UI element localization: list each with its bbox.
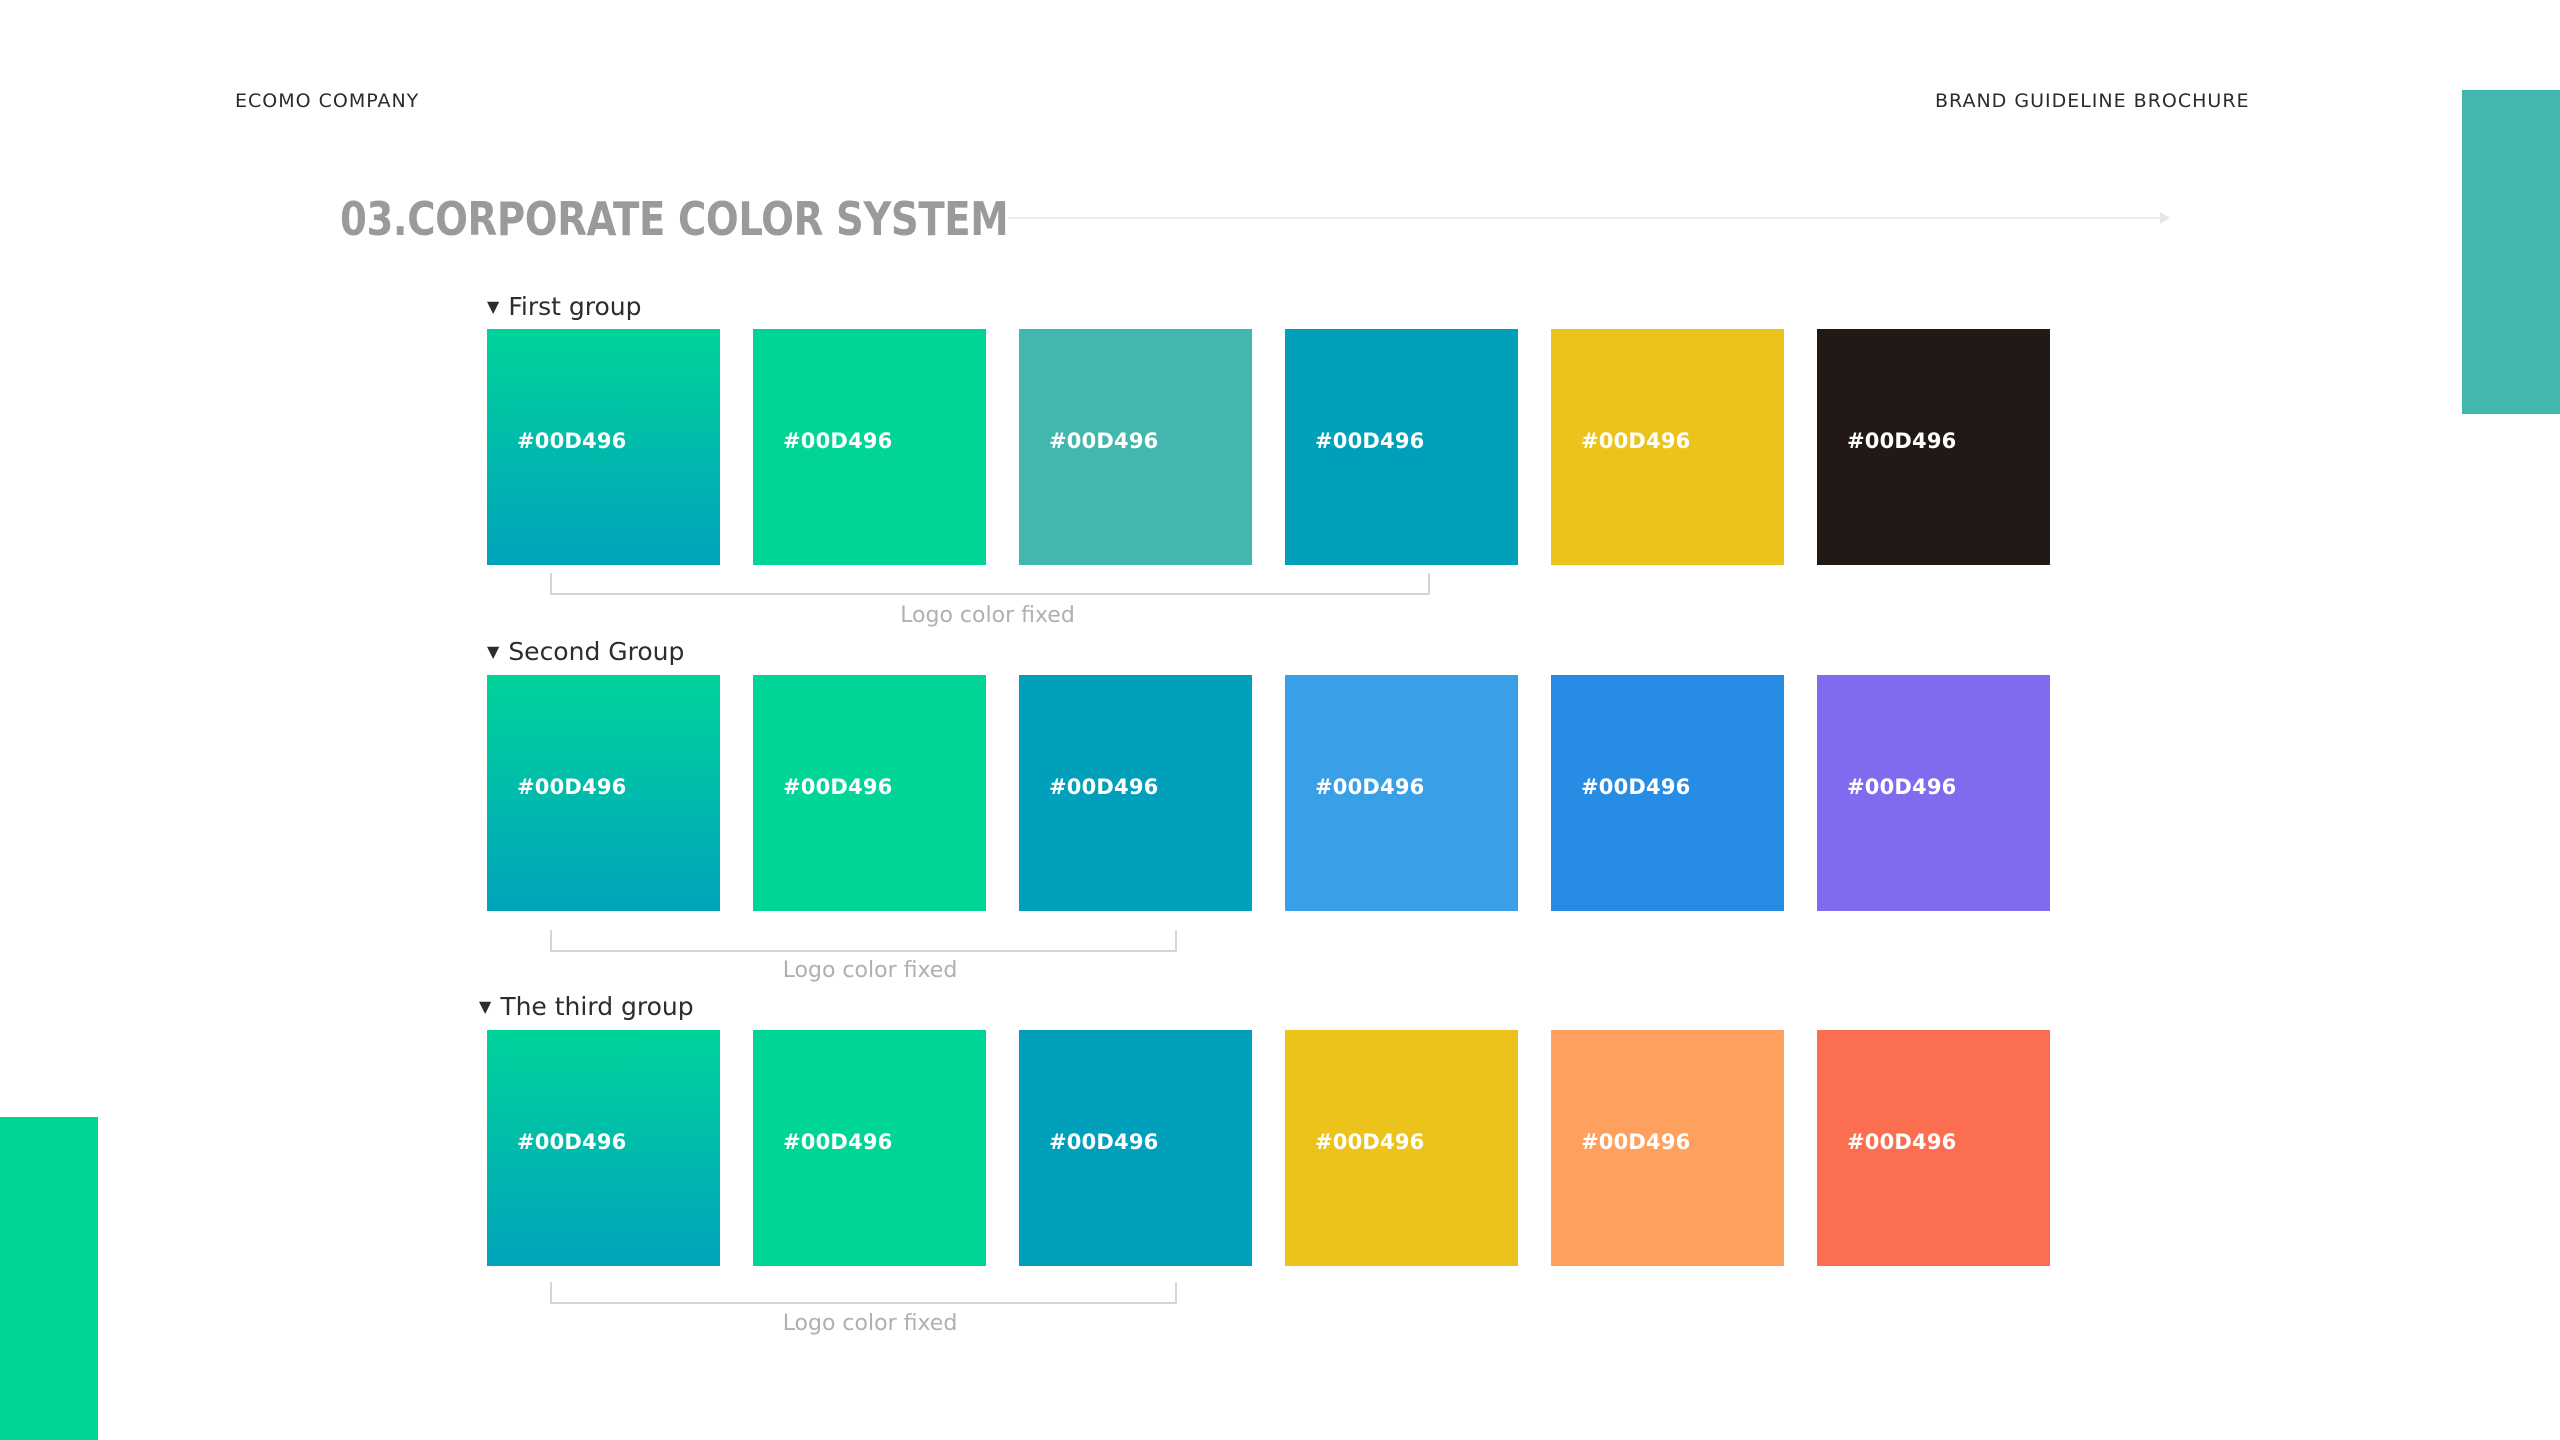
decorative-bar-left — [0, 1117, 98, 1440]
swatch-hex-code: #00D496 — [517, 1130, 627, 1154]
color-swatch: #00D496 — [753, 1030, 986, 1266]
logo-color-fixed-label: Logo color fixed — [782, 958, 958, 983]
page-title: 03.CORPORATE COLOR SYSTEM — [340, 192, 1009, 246]
logo-color-fixed-label: Logo color fixed — [782, 1311, 958, 1336]
logo-color-bracket — [550, 573, 1430, 595]
color-swatch: #00D496 — [1285, 329, 1518, 565]
color-swatch: #00D496 — [1817, 329, 2050, 565]
swatch-hex-code: #00D496 — [1049, 775, 1159, 799]
swatch-hex-code: #00D496 — [1581, 429, 1691, 453]
color-swatch: #00D496 — [1019, 1030, 1252, 1266]
arrow-icon — [2160, 212, 2170, 224]
color-swatch: #00D496 — [1019, 675, 1252, 911]
color-swatch: #00D496 — [1285, 1030, 1518, 1266]
color-swatch: #00D496 — [1551, 675, 1784, 911]
logo-color-bracket — [550, 930, 1177, 952]
triangle-down-icon: ▼ — [479, 997, 492, 1016]
decorative-bar-right — [2462, 90, 2560, 414]
swatch-hex-code: #00D496 — [1847, 775, 1957, 799]
swatch-hex-code: #00D496 — [1315, 1130, 1425, 1154]
logo-color-fixed-label: Logo color fixed — [900, 603, 1075, 628]
logo-color-bracket — [550, 1282, 1177, 1304]
color-swatch: #00D496 — [1817, 1030, 2050, 1266]
swatch-hex-code: #00D496 — [1581, 775, 1691, 799]
color-swatch: #00D496 — [1285, 675, 1518, 911]
group-label-first: ▼ First group — [487, 292, 642, 321]
swatch-hex-code: #00D496 — [783, 775, 893, 799]
triangle-down-icon: ▼ — [487, 297, 500, 316]
color-swatch: #00D496 — [487, 329, 720, 565]
title-divider — [1008, 217, 2164, 219]
document-type: BRAND GUIDELINE BROCHURE — [1935, 90, 2250, 112]
color-swatch: #00D496 — [1019, 329, 1252, 565]
swatch-hex-code: #00D496 — [1847, 429, 1957, 453]
triangle-down-icon: ▼ — [487, 642, 500, 661]
color-swatch: #00D496 — [1551, 1030, 1784, 1266]
swatch-hex-code: #00D496 — [517, 775, 627, 799]
color-swatch: #00D496 — [753, 329, 986, 565]
swatch-hex-code: #00D496 — [517, 429, 627, 453]
color-swatch: #00D496 — [1551, 329, 1784, 565]
swatch-hex-code: #00D496 — [783, 429, 893, 453]
swatch-hex-code: #00D496 — [1315, 775, 1425, 799]
group-label-second: ▼ Second Group — [487, 637, 685, 666]
group-label-third: ▼ The third group — [479, 992, 694, 1021]
color-swatch: #00D496 — [487, 1030, 720, 1266]
company-name: ECOMO COMPANY — [235, 90, 420, 112]
color-swatch: #00D496 — [1817, 675, 2050, 911]
color-swatch: #00D496 — [487, 675, 720, 911]
swatch-hex-code: #00D496 — [783, 1130, 893, 1154]
swatch-hex-code: #00D496 — [1049, 1130, 1159, 1154]
swatch-hex-code: #00D496 — [1049, 429, 1159, 453]
swatch-hex-code: #00D496 — [1847, 1130, 1957, 1154]
swatch-hex-code: #00D496 — [1315, 429, 1425, 453]
color-swatch: #00D496 — [753, 675, 986, 911]
swatch-hex-code: #00D496 — [1581, 1130, 1691, 1154]
